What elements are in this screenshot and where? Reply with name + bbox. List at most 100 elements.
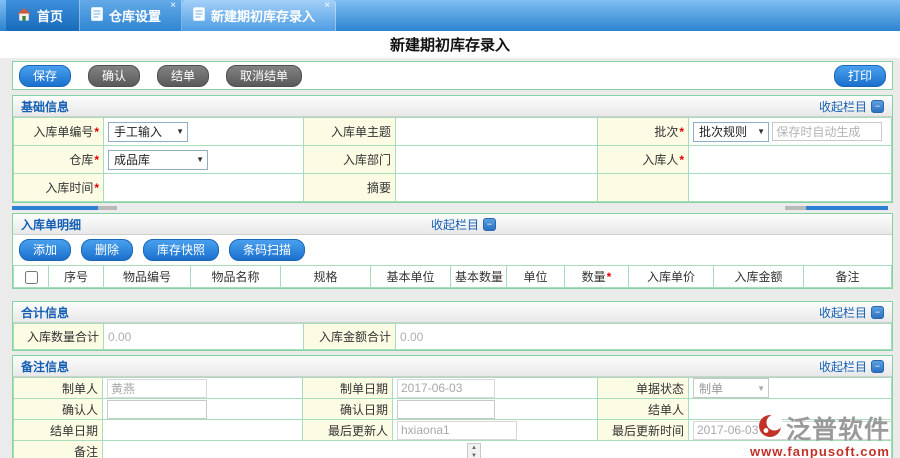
time-field[interactable] xyxy=(104,174,304,202)
document-icon xyxy=(193,7,205,24)
collapse-basic-control[interactable]: 收起栏目 − xyxy=(819,96,884,116)
fanpu-logo-icon xyxy=(758,413,784,444)
cancel-settle-button[interactable]: 取消结单 xyxy=(226,65,302,87)
confirmer-label: 确认人 xyxy=(14,399,103,420)
select-all-cell xyxy=(14,266,49,288)
section-title: 基础信息 xyxy=(21,98,69,115)
column-header-item-code: 物品编号 xyxy=(104,266,191,288)
subject-field[interactable] xyxy=(396,118,598,146)
time-label: 入库时间* xyxy=(14,174,104,202)
basic-info-header: 基础信息 收起栏目 − xyxy=(13,96,892,117)
stock-snapshot-button[interactable]: 库存快照 xyxy=(143,239,219,261)
batch-rule-select[interactable]: 批次规则▼ xyxy=(693,122,769,142)
column-header-base-qty: 基本数量 xyxy=(451,266,507,288)
batch-input[interactable] xyxy=(772,122,882,141)
close-icon[interactable]: × xyxy=(170,1,176,11)
scrollbar-thumb-right[interactable] xyxy=(785,206,888,210)
toolbar: 保存 确认 结单 取消结单 打印 xyxy=(12,61,893,90)
delete-row-button[interactable]: 删除 xyxy=(81,239,133,261)
confirm-button[interactable]: 确认 xyxy=(88,65,140,87)
subject-label: 入库单主题 xyxy=(304,118,396,146)
chevron-down-icon: ▼ xyxy=(196,155,204,164)
basic-info-grid: 入库单编号* 手工输入▼ 入库单主题 批次* 批次规则▼ 仓库* 成品库▼ 入库… xyxy=(13,117,892,202)
tab-warehouse-settings[interactable]: 仓库设置 × xyxy=(80,0,182,31)
tab-label: 仓库设置 xyxy=(109,6,161,25)
dept-label: 入库部门 xyxy=(304,146,396,174)
chevron-down-icon: ▼ xyxy=(176,127,184,136)
scrollbar-thumb-left[interactable] xyxy=(12,206,117,210)
collapse-icon: − xyxy=(871,360,884,373)
collapse-icon: − xyxy=(483,218,496,231)
settle-button[interactable]: 结单 xyxy=(157,65,209,87)
add-row-button[interactable]: 添加 xyxy=(19,239,71,261)
barcode-scan-button[interactable]: 条码扫描 xyxy=(229,239,305,261)
receiver-label: 入库人* xyxy=(598,146,689,174)
confirm-date-input[interactable] xyxy=(397,400,495,419)
select-all-checkbox[interactable] xyxy=(25,271,38,284)
totals-grid: 入库数量合计 0.00 入库金额合计 0.00 xyxy=(13,323,892,350)
print-button[interactable]: 打印 xyxy=(834,65,886,87)
make-date-input xyxy=(397,379,495,398)
last-updater-cell xyxy=(393,420,598,441)
confirmer-input[interactable] xyxy=(107,400,207,419)
column-header-base-unit: 基本单位 xyxy=(371,266,451,288)
collapse-label: 收起栏目 xyxy=(819,304,867,321)
section-totals: 合计信息 收起栏目 − 入库数量合计 0.00 入库金额合计 0.00 xyxy=(12,301,893,351)
home-icon xyxy=(17,8,31,24)
column-header-amount: 入库金额 xyxy=(714,266,804,288)
collapse-remark-control[interactable]: 收起栏目 − xyxy=(819,356,884,376)
tab-home[interactable]: 首页 xyxy=(6,0,80,31)
settler-label: 结单人 xyxy=(598,399,689,420)
spinner-up-icon[interactable]: ▲ xyxy=(468,444,480,452)
remark-header: 备注信息 收起栏目 − xyxy=(13,356,892,377)
receipt-no-mode-select[interactable]: 手工输入▼ xyxy=(108,122,188,142)
section-title: 入库单明细 xyxy=(21,216,81,233)
status-select: 制单▼ xyxy=(693,378,769,398)
total-amount-value: 0.00 xyxy=(396,324,892,350)
batch-cell: 批次规则▼ xyxy=(689,118,892,146)
make-date-label: 制单日期 xyxy=(303,378,393,399)
section-basic-info: 基础信息 收起栏目 − 入库单编号* 手工输入▼ 入库单主题 批次* 批次规则▼… xyxy=(12,95,893,203)
maker-input xyxy=(107,379,207,398)
dept-field[interactable] xyxy=(396,146,598,174)
vendor-name: 泛普软件 xyxy=(786,410,890,446)
tab-label: 首页 xyxy=(37,6,63,25)
section-detail: 入库单明细 收起栏目 − 添加 删除 库存快照 条码扫描 序号 物品编号 物品名… xyxy=(12,213,893,289)
column-header-unit: 单位 xyxy=(507,266,565,288)
column-header-remark: 备注 xyxy=(804,266,892,288)
collapse-icon: − xyxy=(871,100,884,113)
save-button[interactable]: 保存 xyxy=(19,65,71,87)
batch-label: 批次* xyxy=(598,118,689,146)
warehouse-select[interactable]: 成品库▼ xyxy=(108,150,208,170)
receipt-no-label: 入库单编号* xyxy=(14,118,104,146)
last-updater-label: 最后更新人 xyxy=(303,420,393,441)
section-title: 合计信息 xyxy=(21,304,69,321)
collapse-totals-control[interactable]: 收起栏目 − xyxy=(819,302,884,322)
close-icon[interactable]: × xyxy=(324,1,330,11)
collapse-label: 收起栏目 xyxy=(819,98,867,115)
spinner-down-icon[interactable]: ▼ xyxy=(468,452,480,458)
confirm-date-label: 确认日期 xyxy=(303,399,393,420)
vendor-watermark: 泛普软件 www.fanpusoft.com xyxy=(750,410,890,458)
column-header-qty: 数量* xyxy=(565,266,629,288)
detail-header: 入库单明细 收起栏目 − xyxy=(13,214,892,235)
settle-date-field xyxy=(103,420,303,441)
warehouse-cell: 成品库▼ xyxy=(104,146,304,174)
page-title: 新建期初库存录入 xyxy=(390,34,510,55)
chevron-down-icon: ▼ xyxy=(757,384,765,393)
receiver-field[interactable] xyxy=(689,146,892,174)
vendor-url: www.fanpusoft.com xyxy=(750,444,890,458)
total-amount-label: 入库金额合计 xyxy=(304,324,396,350)
column-header-unit-price: 入库单价 xyxy=(629,266,714,288)
empty-label-cell xyxy=(598,174,689,202)
summary-label: 摘要 xyxy=(304,174,396,202)
summary-field[interactable] xyxy=(396,174,598,202)
tab-label: 新建期初库存录入 xyxy=(211,6,315,25)
settle-date-label: 结单日期 xyxy=(14,420,103,441)
tab-new-initial-inventory[interactable]: 新建期初库存录入 × xyxy=(182,0,336,31)
collapse-detail-control[interactable]: 收起栏目 − xyxy=(431,214,496,234)
note-spinner[interactable]: ▲▼ xyxy=(467,443,481,458)
confirm-date-cell xyxy=(393,399,598,420)
totals-header: 合计信息 收起栏目 − xyxy=(13,302,892,323)
tab-bar: 首页 仓库设置 × 新建期初库存录入 × xyxy=(0,0,900,31)
